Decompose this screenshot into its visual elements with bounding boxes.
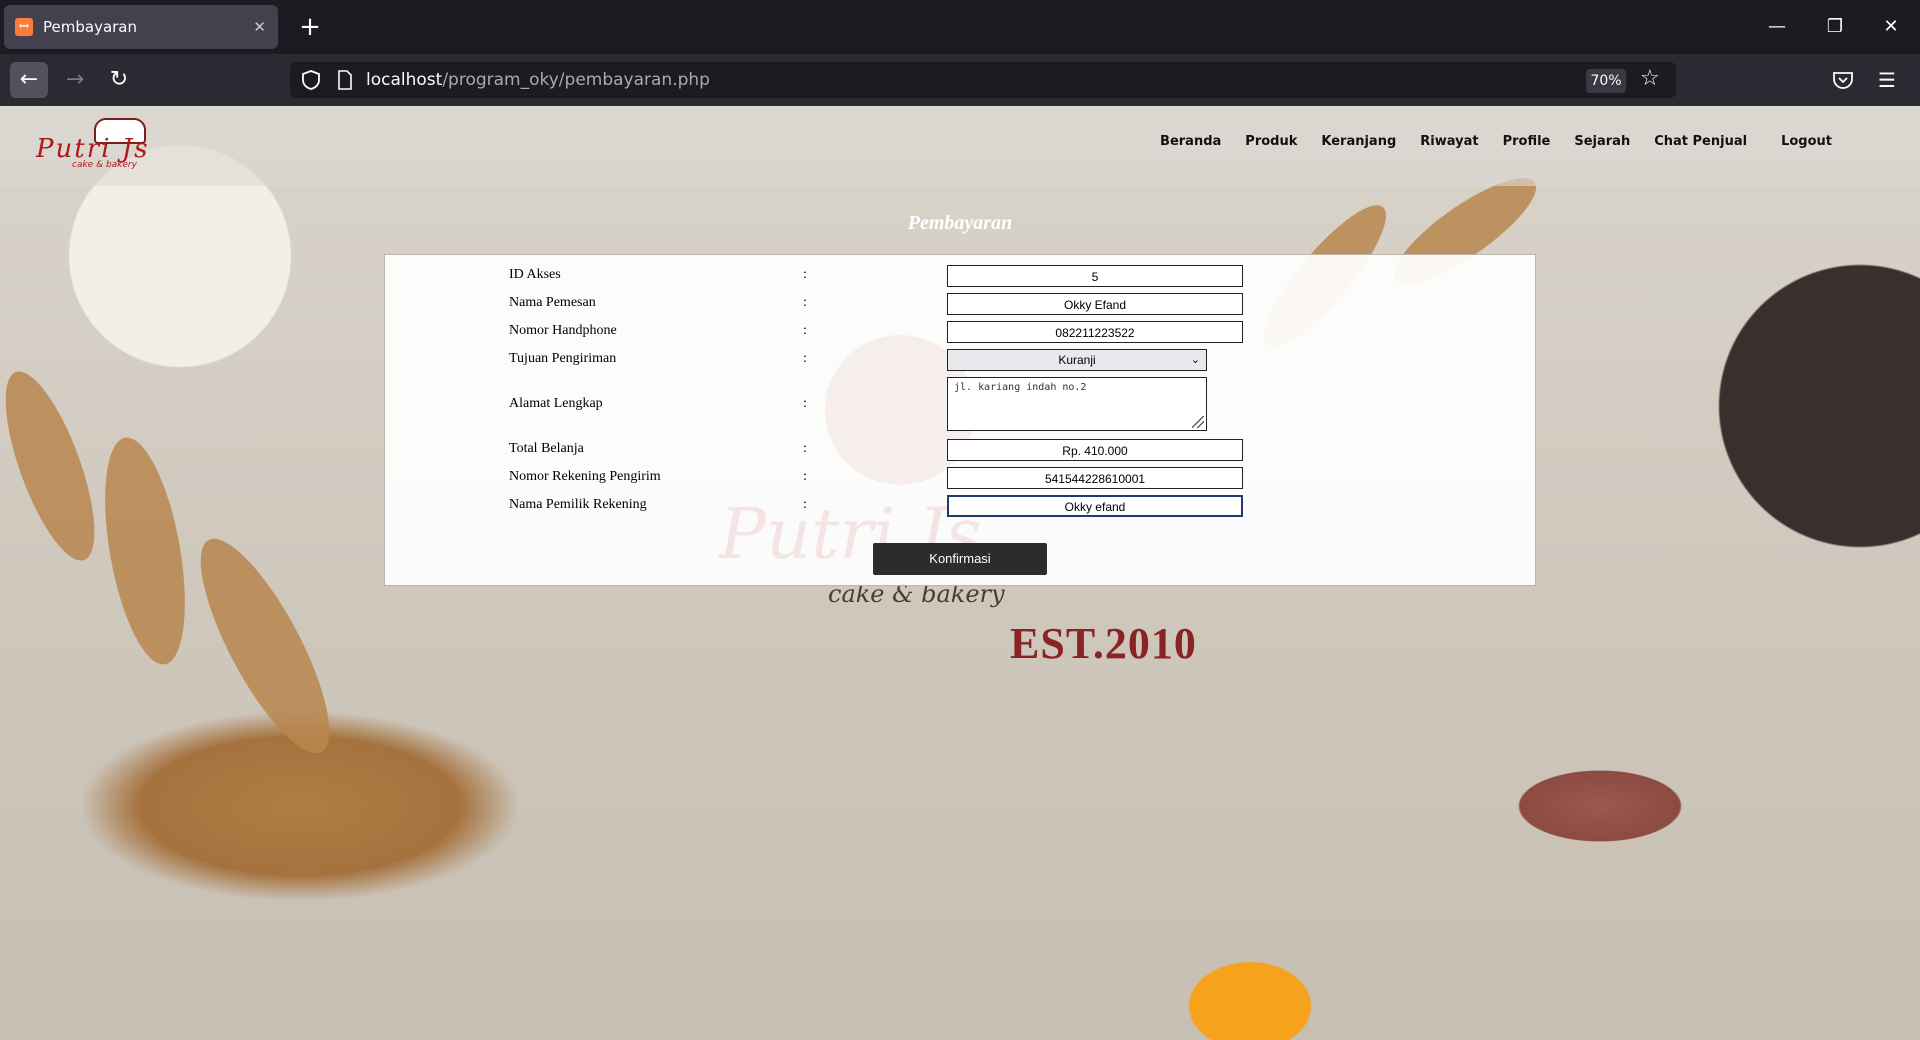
field-label: Nomor Handphone [509, 323, 617, 338]
hamburger-menu-icon[interactable]: ☰ [1878, 68, 1896, 92]
page-info-icon[interactable] [336, 70, 354, 90]
site-logo[interactable]: Putri Js cake & bakery [36, 118, 206, 170]
browser-tab[interactable]: ꟷ Pembayaran ✕ [4, 5, 278, 49]
field-label: Total Belanja [509, 441, 584, 456]
pocket-icon[interactable] [1832, 70, 1854, 90]
zoom-indicator[interactable]: 70% [1586, 69, 1626, 93]
field-label: Alamat Lengkap [509, 396, 603, 411]
menu-item-keranjang[interactable]: Keranjang [1321, 134, 1396, 149]
field-separator: : [803, 396, 807, 411]
address-bar[interactable]: localhost/program_oky/pembayaran.php 70%… [290, 62, 1676, 98]
reload-icon[interactable]: ↻ [100, 62, 138, 98]
close-tab-icon[interactable]: ✕ [253, 18, 266, 36]
menu-item-beranda[interactable]: Beranda [1160, 134, 1221, 149]
chevron-down-icon: ⌄ [1190, 354, 1200, 366]
field-separator: : [803, 497, 807, 512]
id-akses-field[interactable]: 5 [947, 265, 1243, 287]
field-label: Nomor Rekening Pengirim [509, 469, 661, 484]
field-label: Tujuan Pengiriman [509, 351, 617, 366]
site-header: Putri Js cake & bakery Beranda Produk Ke… [0, 106, 1920, 186]
page-viewport: Putri Js cake & bakery Beranda Produk Ke… [0, 106, 1920, 1040]
konfirmasi-button[interactable]: Konfirmasi [873, 543, 1047, 575]
new-tab-icon[interactable]: + [292, 10, 328, 44]
url-text: localhost/program_oky/pembayaran.php [366, 70, 710, 90]
field-label: Nama Pemilik Rekening [509, 497, 647, 512]
xampp-favicon-icon: ꟷ [15, 18, 33, 36]
background-est-text: EST.2010 [1010, 619, 1197, 668]
wheat-decoration [90, 431, 200, 671]
main-menu: Beranda Produk Keranjang Riwayat Profile… [1136, 134, 1832, 149]
field-separator: : [803, 323, 807, 338]
payment-form: Putri Js ID Akses : 5 Nama Pemesan : Okk… [384, 254, 1536, 586]
navigation-bar: ← → ↻ localhost/program_oky/pembayaran.p… [0, 54, 1920, 106]
page-title: Pembayaran [907, 212, 1013, 234]
tab-bar: ꟷ Pembayaran ✕ + — ❐ ✕ [0, 0, 1920, 54]
textarea-value: jl. kariang indah no.2 [954, 382, 1087, 393]
close-window-icon[interactable]: ✕ [1868, 10, 1914, 44]
url-host: localhost [366, 70, 443, 90]
wheat-decoration [177, 523, 353, 769]
logo-subtitle: cake & bakery [72, 160, 137, 170]
nama-pemilik-rekening-field[interactable]: Okky efand [947, 495, 1243, 517]
restore-icon[interactable]: ❐ [1812, 10, 1858, 44]
minimize-icon[interactable]: — [1754, 10, 1800, 44]
field-separator: : [803, 295, 807, 310]
menu-item-riwayat[interactable]: Riwayat [1420, 134, 1478, 149]
menu-item-profile[interactable]: Profile [1503, 134, 1551, 149]
shield-icon[interactable] [300, 69, 322, 91]
back-icon[interactable]: ← [10, 62, 48, 98]
menu-item-produk[interactable]: Produk [1245, 134, 1297, 149]
resize-grip-icon[interactable] [1192, 416, 1204, 428]
select-value: Kuranji [1058, 353, 1096, 367]
menu-item-logout[interactable]: Logout [1781, 134, 1832, 149]
field-separator: : [803, 469, 807, 484]
forward-icon[interactable]: → [56, 62, 94, 98]
bookmark-star-icon[interactable]: ☆ [1640, 66, 1660, 91]
alamat-lengkap-textarea[interactable]: jl. kariang indah no.2 [947, 377, 1207, 431]
nomor-rekening-field[interactable]: 541544228610001 [947, 467, 1243, 489]
field-label: ID Akses [509, 267, 561, 282]
menu-item-chat-penjual[interactable]: Chat Penjual [1654, 134, 1747, 149]
nama-pemesan-field[interactable]: Okky Efand [947, 293, 1243, 315]
field-separator: : [803, 441, 807, 456]
url-path: /program_oky/pembayaran.php [442, 70, 710, 90]
menu-item-sejarah[interactable]: Sejarah [1574, 134, 1630, 149]
field-separator: : [803, 267, 807, 282]
total-belanja-field[interactable]: Rp. 410.000 [947, 439, 1243, 461]
tujuan-pengiriman-select[interactable]: Kuranji ⌄ [947, 349, 1207, 371]
nomor-handphone-field[interactable]: 082211223522 [947, 321, 1243, 343]
tab-title: Pembayaran [43, 18, 137, 36]
field-label: Nama Pemesan [509, 295, 596, 310]
wheat-decoration [0, 361, 113, 571]
field-separator: : [803, 351, 807, 366]
